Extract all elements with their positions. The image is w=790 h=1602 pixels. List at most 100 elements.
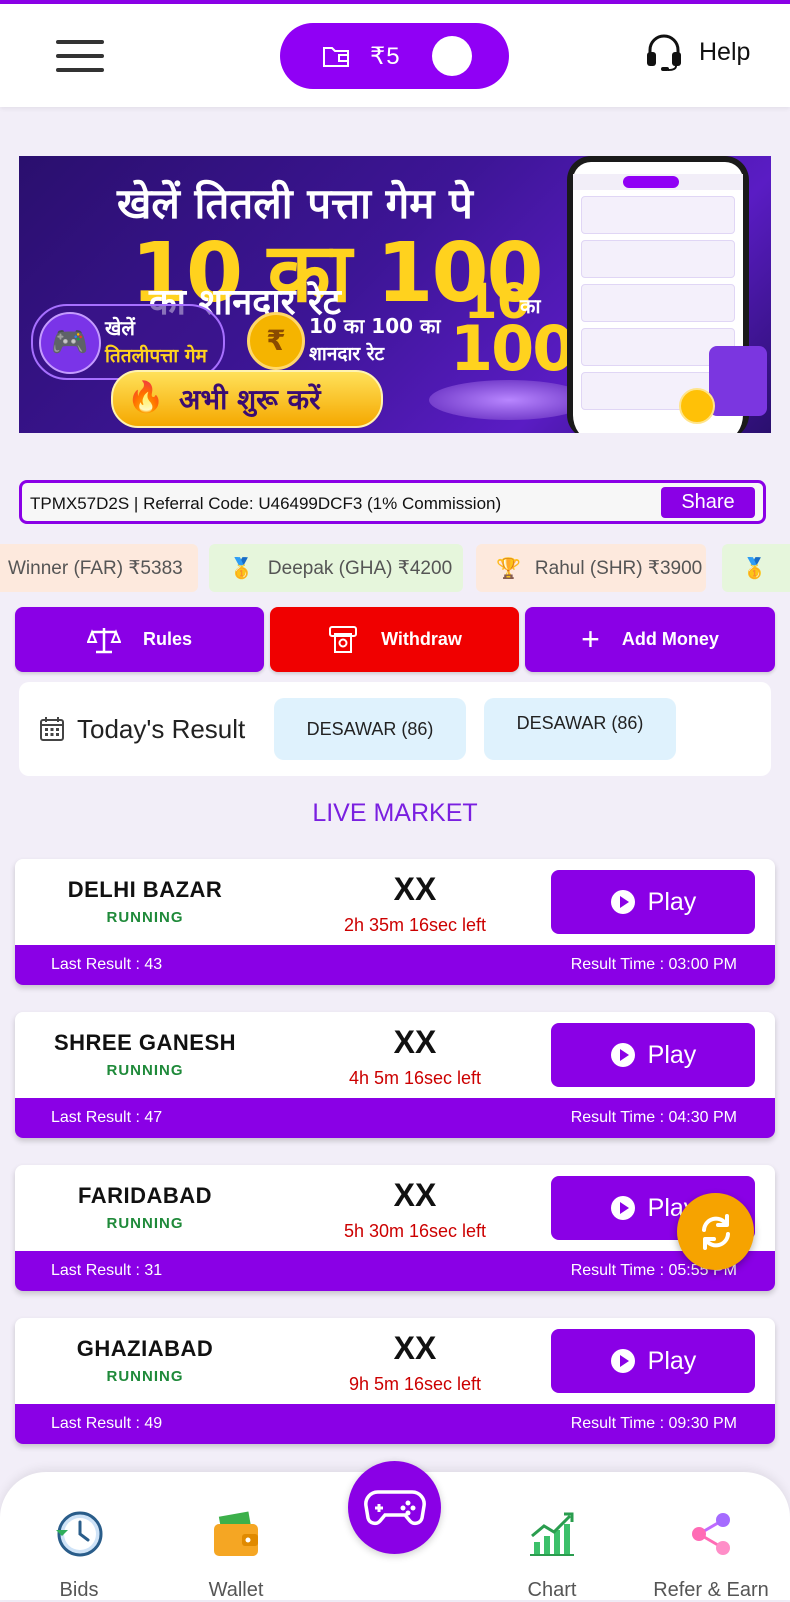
market-timer: 9h 5m 16sec left: [348, 1374, 482, 1394]
refresh-icon: [701, 1213, 730, 1250]
help-label: Help: [699, 37, 751, 66]
banner-feature-rate: ₹ 10 का 100 का शानदार रेट: [237, 306, 467, 372]
result-time: Result Time : 09:30 PM: [570, 1415, 737, 1432]
play-button[interactable]: Play: [551, 1023, 755, 1087]
banner-feature-2-line-2: शानदार रेट: [309, 343, 385, 365]
market-card: FARIDABAD RUNNING XX 5h 30m 16sec left P…: [15, 1165, 775, 1291]
rules-button[interactable]: Rules: [15, 607, 264, 672]
banner-cta-label: अभी शुरू करें: [179, 383, 321, 416]
market-status: RUNNING: [106, 1215, 184, 1232]
result-chip: DESAWAR (86): [484, 698, 676, 760]
market-footer: Last Result : 31 Result Time : 05:55 PM: [15, 1251, 775, 1291]
market-timer: 2h 35m 16sec left: [343, 915, 487, 935]
play-icon: [610, 1043, 635, 1067]
fire-icon: 🔥: [127, 381, 165, 414]
winners-ticker: Winner (FAR) ₹5383 🥇 Deepak (GHA) ₹4200 …: [0, 544, 790, 592]
market-number: XX: [393, 1177, 437, 1213]
app-header: ₹5 Help: [0, 4, 790, 107]
phone-row: [581, 240, 735, 278]
referral-box: TPMX57D2S | Referral Code: U46499DCF3 (1…: [19, 480, 766, 524]
phone-wallet-pill: [623, 176, 679, 188]
winner-chip: 🏆 Rahul (SHR) ₹3900: [476, 544, 706, 592]
calendar-icon: [40, 717, 64, 741]
menu-icon-bar: [56, 54, 104, 58]
rules-label: Rules: [142, 629, 193, 649]
market-timer: 4h 5m 16sec left: [348, 1068, 482, 1088]
withdraw-button[interactable]: Withdraw: [270, 607, 519, 672]
play-label: Play: [647, 1040, 697, 1069]
nav-refer-earn[interactable]: Refer & Earn: [636, 1508, 786, 1602]
play-icon: [610, 890, 635, 914]
headset-icon: [647, 34, 681, 71]
market-card: GHAZIABAD RUNNING XX 9h 5m 16sec left Pl…: [15, 1318, 775, 1444]
market-status: RUNNING: [106, 1368, 184, 1385]
refresh-button[interactable]: [677, 1193, 754, 1270]
nav-chart[interactable]: Chart: [477, 1508, 627, 1602]
menu-button[interactable]: [56, 40, 104, 74]
nav-bids[interactable]: Bids: [4, 1508, 154, 1602]
todays-result-card: Today's Result DESAWAR (86) DESAWAR (86): [19, 682, 771, 776]
add-money-label: Add Money: [621, 629, 719, 649]
market-status: RUNNING: [106, 1062, 184, 1079]
last-result: Last Result : 31: [51, 1262, 163, 1279]
nav-refer-earn-label: Refer & Earn: [653, 1579, 769, 1601]
winner-chip: 🥇: [722, 544, 790, 592]
badge-100: 100: [450, 312, 575, 385]
winner-chip: 🥇 Deepak (GHA) ₹4200: [209, 544, 463, 592]
winner-chip-text: Deepak (GHA) ₹4200: [267, 557, 453, 579]
share-button[interactable]: Share: [661, 487, 755, 518]
help-button[interactable]: Help: [645, 32, 750, 72]
banner-podium: [429, 380, 589, 420]
plus-icon: +: [581, 621, 600, 657]
phone-row: [581, 284, 735, 322]
gamepad-icon: [363, 1489, 426, 1525]
market-status: RUNNING: [106, 909, 184, 926]
market-card: SHREE GANESH RUNNING XX 4h 5m 16sec left…: [15, 1012, 775, 1138]
wallet-folder-icon: [323, 47, 349, 67]
games-center-button[interactable]: [348, 1461, 441, 1554]
last-result: Last Result : 43: [51, 956, 163, 973]
market-name: SHREE GANESH: [53, 1030, 237, 1055]
play-label: Play: [647, 887, 697, 916]
play-label: Play: [647, 1346, 697, 1375]
nav-wallet-label: Wallet: [208, 1579, 264, 1601]
trophy-icon: 🏆: [496, 557, 521, 580]
clock-history-icon: [56, 1511, 103, 1557]
banner-start-now-button[interactable]: 🔥 अभी शुरू करें: [111, 370, 383, 428]
market-number: XX: [393, 1024, 437, 1060]
menu-icon-bar: [56, 40, 104, 44]
live-market-title: LIVE MARKET: [312, 799, 478, 827]
result-time: Result Time : 04:30 PM: [570, 1109, 737, 1126]
menu-icon-bar: [56, 68, 104, 72]
winner-chip-text: Winner (FAR) ₹5383: [8, 557, 183, 579]
banner-gold-coin: [679, 388, 715, 424]
play-button[interactable]: Play: [551, 1329, 755, 1393]
market-footer: Last Result : 49 Result Time : 09:30 PM: [15, 1404, 775, 1444]
nav-wallet[interactable]: Wallet: [161, 1508, 311, 1602]
banner-wallet-graphic: [709, 346, 767, 416]
result-time: Result Time : 03:00 PM: [570, 956, 737, 973]
withdraw-label: Withdraw: [381, 629, 462, 649]
bar-chart-icon: [530, 1512, 574, 1556]
play-button[interactable]: Play: [551, 870, 755, 934]
last-result: Last Result : 47: [51, 1109, 163, 1126]
wallet-amount: ₹5: [370, 42, 401, 70]
add-money-button[interactable]: + Add Money: [525, 607, 775, 672]
market-timer: 5h 30m 16sec left: [343, 1221, 487, 1241]
market-name: FARIDABAD: [77, 1183, 213, 1208]
nav-chart-label: Chart: [527, 1579, 577, 1601]
promo-banner[interactable]: खेलें तितली पत्ता गेम पे 10 का 100 का शा…: [19, 156, 771, 433]
share-icon: [692, 1513, 730, 1555]
banner-feature-1-line-1: खेलें: [105, 316, 135, 340]
last-result: Last Result : 49: [51, 1415, 163, 1432]
winner-chip-text: Rahul (SHR) ₹3900: [534, 557, 703, 579]
market-number: XX: [393, 871, 437, 907]
wallet-balance-pill[interactable]: ₹5: [280, 23, 509, 89]
banner-feature-2-line-1: 10 का 100 का: [309, 314, 441, 338]
phone-row: [581, 196, 735, 234]
banner-feature-game: 🎮 खेलें तितलीपत्ता गेम: [31, 304, 225, 380]
medal-icon: 🥇: [229, 557, 254, 580]
wallet-icon: [214, 1511, 258, 1556]
result-chip: DESAWAR (86): [274, 698, 466, 760]
referral-code-text: TPMX57D2S | Referral Code: U46499DCF3 (1…: [30, 494, 502, 513]
